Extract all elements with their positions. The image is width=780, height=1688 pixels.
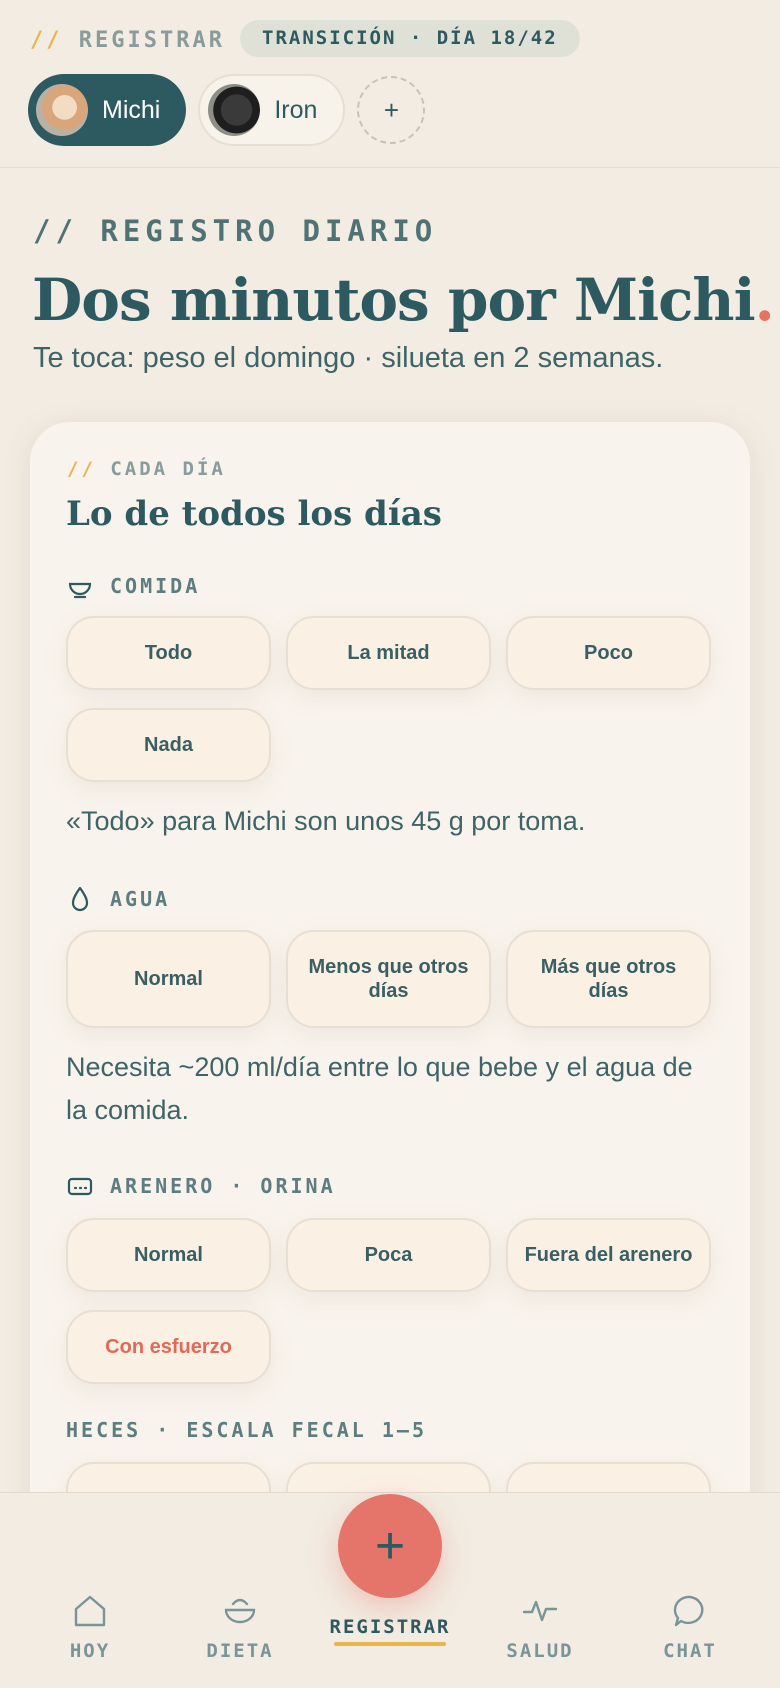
active-indicator xyxy=(334,1642,446,1646)
option-arenero-fuera[interactable]: Fuera del arenero xyxy=(506,1218,711,1292)
page-title-text: Dos minutos por Michi xyxy=(32,266,756,334)
section-label: ARENERO · ORINA xyxy=(110,1174,336,1198)
option-agua-normal[interactable]: Normal xyxy=(66,930,271,1028)
card-eyebrow-slash: // xyxy=(67,458,96,480)
option-arenero-con-esfuerzo[interactable]: Con esfuerzo xyxy=(66,1310,271,1384)
comida-note: «Todo» para Michi son unos 45 g por toma… xyxy=(66,806,586,836)
pet-chip-iron[interactable]: Iron xyxy=(198,74,346,146)
section-comida: COMIDA xyxy=(66,572,200,600)
home-icon xyxy=(74,1595,106,1627)
card-title: Lo de todos los días xyxy=(66,494,442,534)
add-pet-button[interactable]: + xyxy=(357,76,426,144)
bowl-icon xyxy=(68,582,92,599)
plus-icon: + xyxy=(374,1517,406,1575)
nav-hoy[interactable]: HOY xyxy=(20,1592,160,1662)
pet-chip-michi[interactable]: Michi xyxy=(28,74,187,146)
option-comida-todo[interactable]: Todo xyxy=(66,616,271,690)
plus-icon: + xyxy=(383,94,400,125)
pulse-icon xyxy=(522,1600,558,1622)
agua-note: Necesita ~200 ml/día entre lo que bebe y… xyxy=(66,1052,693,1125)
nav-label: CHAT xyxy=(663,1640,717,1662)
section-label: COMIDA xyxy=(110,574,201,598)
card-eyebrow: // CADA DÍA xyxy=(67,458,226,480)
nav-label: SALUD xyxy=(506,1640,574,1662)
nav-label: DIETA xyxy=(206,1640,274,1662)
phase-badge: TRANSICIÓN · DÍA 18/42 xyxy=(240,20,580,57)
add-entry-button[interactable]: + xyxy=(338,1494,442,1598)
section-agua: AGUA xyxy=(66,885,170,913)
nav-dieta[interactable]: DIETA xyxy=(170,1592,310,1662)
breadcrumb: // REGISTRAR xyxy=(30,28,225,53)
option-comida-poco[interactable]: Poco xyxy=(506,616,711,690)
nav-label: HOY xyxy=(69,1640,111,1662)
page-title: Dos minutos por Michi. xyxy=(32,266,775,334)
pet-selector: Michi Iron + xyxy=(28,74,426,146)
nav-registrar[interactable]: REGISTRAR xyxy=(320,1606,460,1646)
nav-label: REGISTRAR xyxy=(329,1616,451,1638)
option-arenero-normal[interactable]: Normal xyxy=(66,1218,271,1292)
top-bar: // REGISTRAR TRANSICIÓN · DÍA 18/42 Mich… xyxy=(0,0,780,168)
card-eyebrow-label: CADA DÍA xyxy=(110,458,226,480)
section-label: AGUA xyxy=(110,887,171,911)
breadcrumb-slash: // xyxy=(30,28,63,53)
avatar xyxy=(36,84,88,136)
bowl-icon xyxy=(224,1598,256,1624)
page-subtitle: Te toca: peso el domingo · silueta en 2 … xyxy=(33,342,664,374)
option-agua-mas[interactable]: Más que otros días xyxy=(506,930,711,1028)
water-drop-icon xyxy=(71,886,89,912)
title-dot: . xyxy=(754,266,775,334)
section-arenero: ARENERO · ORINA xyxy=(66,1172,336,1200)
pet-name: Iron xyxy=(274,95,318,124)
section-heces: HECES · ESCALA FECAL 1–5 xyxy=(66,1418,427,1442)
section-label: HECES · ESCALA FECAL 1–5 xyxy=(66,1418,427,1442)
breadcrumb-label: REGISTRAR xyxy=(78,28,225,53)
nav-salud[interactable]: SALUD xyxy=(470,1592,610,1662)
avatar xyxy=(208,84,261,136)
nav-chat[interactable]: CHAT xyxy=(620,1592,760,1662)
section-eyebrow: // REGISTRO DIARIO xyxy=(33,214,438,248)
option-comida-nada[interactable]: Nada xyxy=(66,708,271,782)
pet-name: Michi xyxy=(102,95,161,124)
litter-box-icon xyxy=(67,1177,93,1196)
option-arenero-poca[interactable]: Poca xyxy=(286,1218,491,1292)
chat-bubble-icon xyxy=(673,1595,704,1627)
option-agua-menos[interactable]: Menos que otros días xyxy=(286,930,491,1028)
option-comida-la-mitad[interactable]: La mitad xyxy=(286,616,491,690)
